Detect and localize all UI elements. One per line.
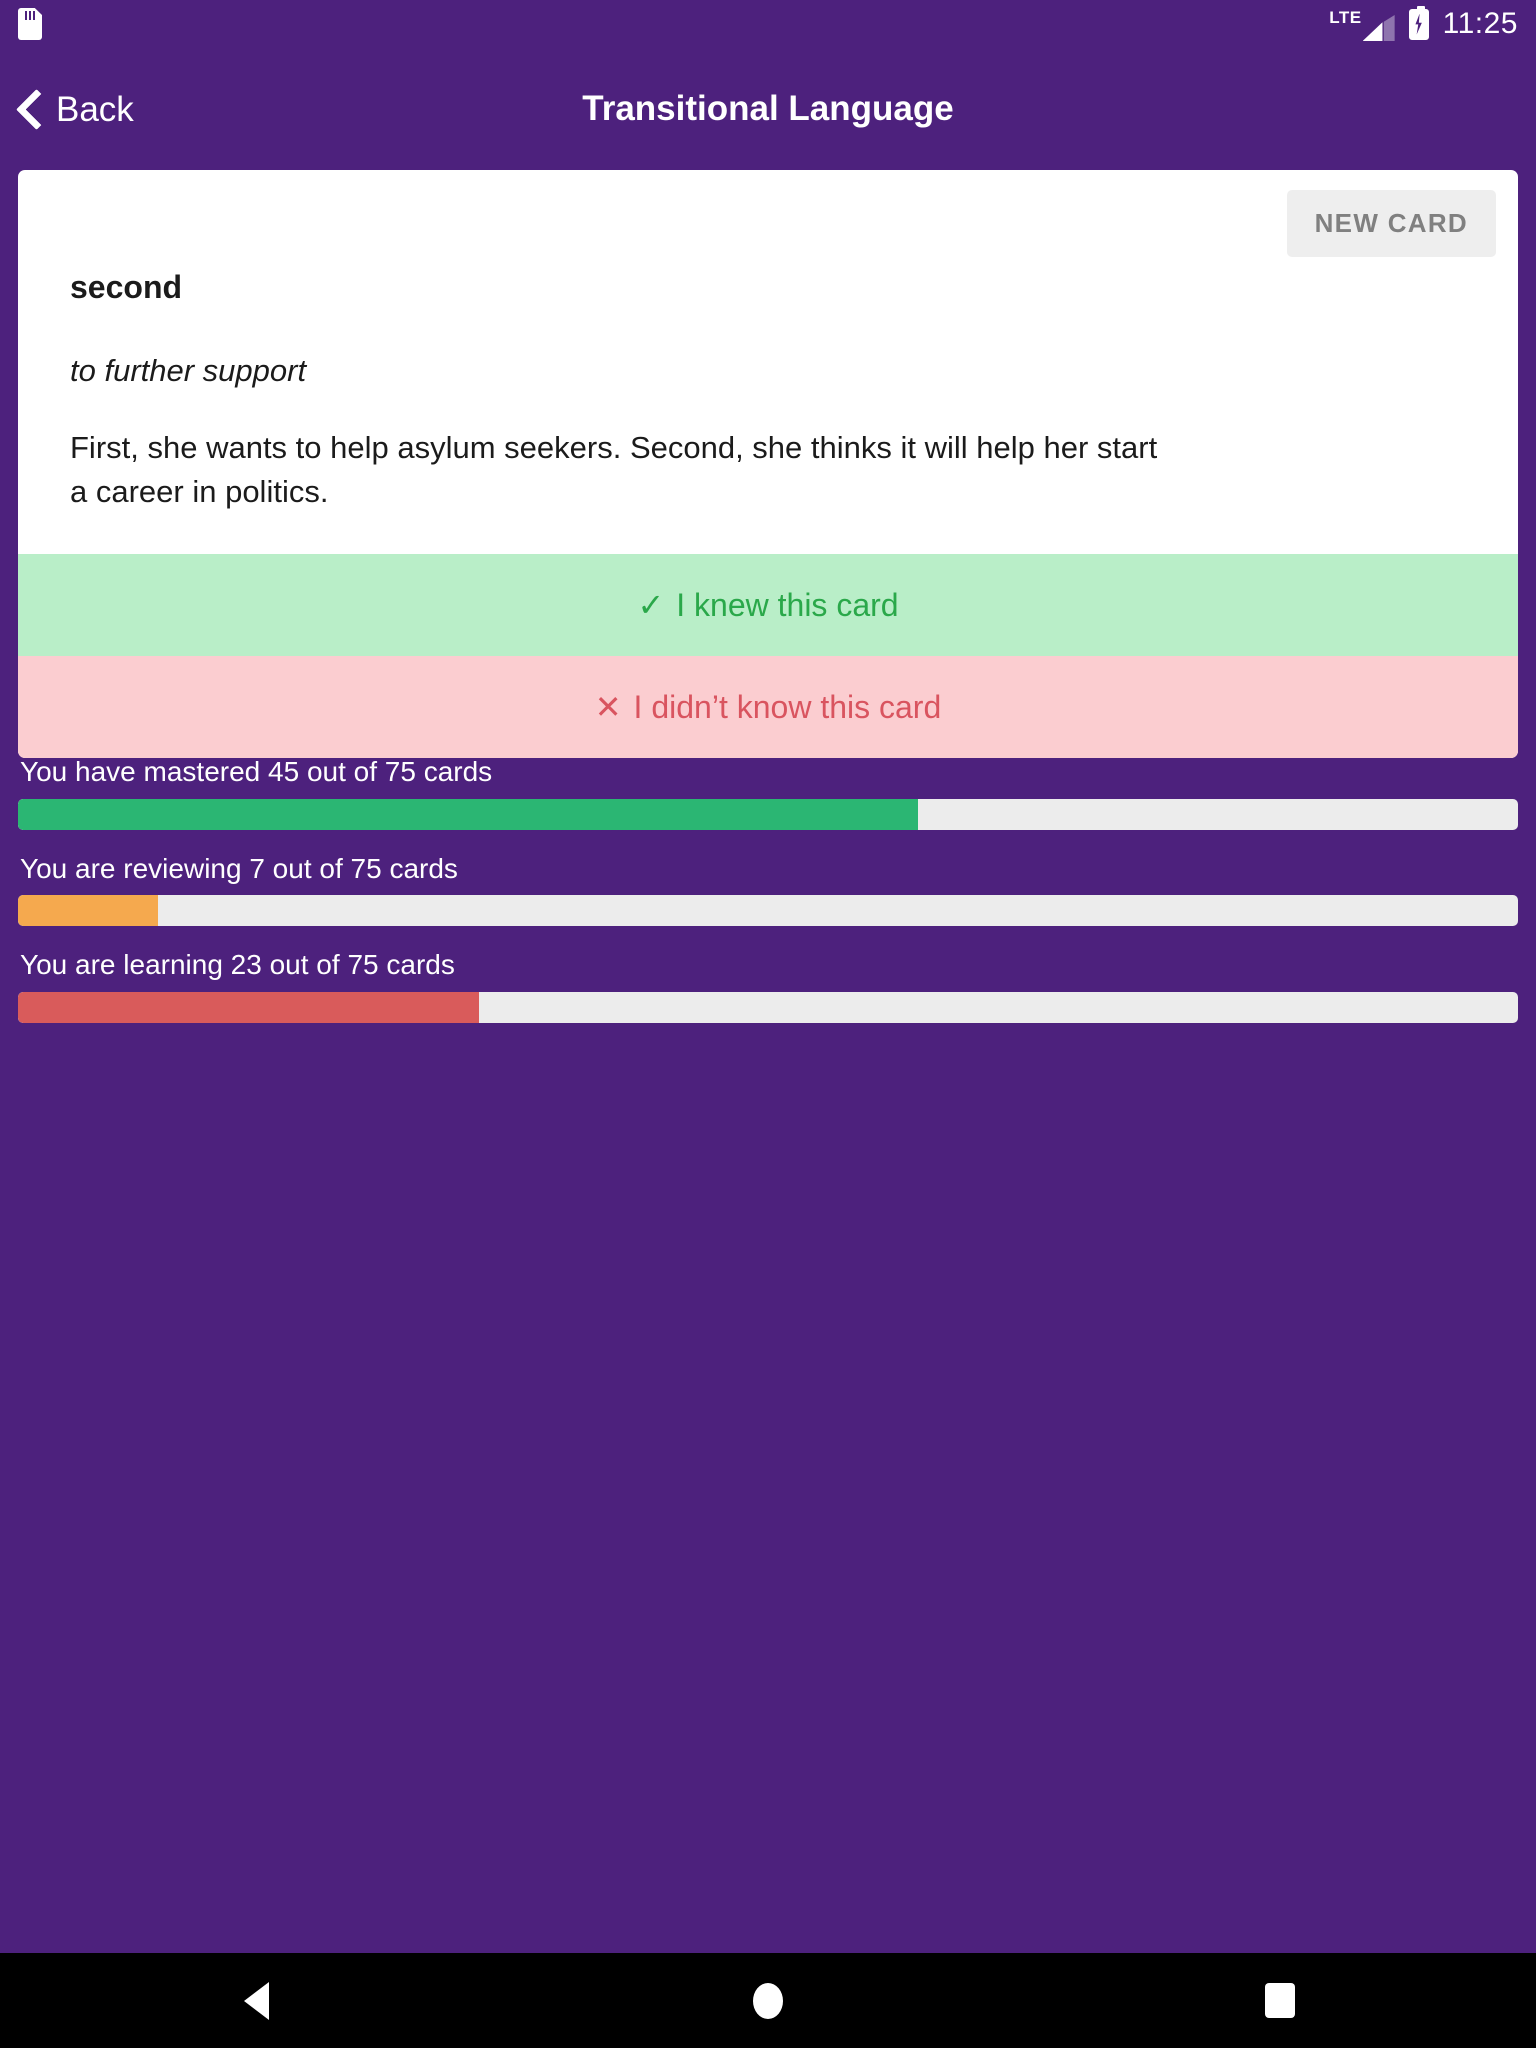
nav-home-button[interactable] (512, 1953, 1024, 2048)
progress-fill-reviewing (18, 895, 158, 927)
nav-recents-button[interactable] (1024, 1953, 1536, 2048)
progress-fill-mastered (18, 798, 918, 830)
status-bar-left (18, 8, 42, 40)
battery-charging-icon (1408, 5, 1429, 40)
progress-group-mastered: You have mastered 45 out of 75 cards (18, 755, 1518, 830)
triangle-back-icon (243, 1981, 269, 2020)
new-card-button[interactable]: NEW CARD (1286, 190, 1496, 257)
progress-track-learning (18, 991, 1518, 1023)
flashcard-term: second (70, 269, 183, 305)
status-bar-clock: 11:25 (1442, 7, 1518, 40)
flashcard: NEW CARD second to further support First… (18, 170, 1518, 758)
network-type-label: LTE (1329, 8, 1362, 27)
nav-back-button[interactable] (0, 1953, 512, 2048)
knew-card-button[interactable]: ✓ I knew this card (18, 553, 1518, 656)
progress-section: You have mastered 45 out of 75 cards You… (0, 755, 1536, 1045)
progress-group-reviewing: You are reviewing 7 out of 75 cards (18, 852, 1518, 927)
app-header: Back Transitional Language (0, 48, 1536, 170)
progress-group-learning: You are learning 23 out of 75 cards (18, 948, 1518, 1023)
chevron-left-icon (18, 88, 44, 130)
circle-home-icon (753, 1982, 783, 2019)
progress-label-learning: You are learning 23 out of 75 cards (20, 949, 455, 981)
android-nav-bar (0, 1953, 1536, 2048)
sd-card-icon (18, 8, 42, 40)
page-title: Transitional Language (582, 89, 954, 128)
progress-fill-learning (18, 991, 479, 1023)
flashcard-example: First, she wants to help asylum seekers.… (70, 429, 1158, 509)
didnt-know-card-label: I didn’t know this card (633, 688, 942, 725)
progress-label-mastered: You have mastered 45 out of 75 cards (20, 756, 493, 787)
flashcard-definition: to further support (70, 353, 307, 389)
didnt-know-card-button[interactable]: ✕ I didn’t know this card (18, 655, 1518, 758)
knew-card-label: I knew this card (676, 586, 899, 623)
progress-track-mastered (18, 798, 1518, 830)
signal-bars-icon: LTE (1329, 7, 1395, 41)
flashcard-body: NEW CARD second to further support First… (18, 170, 1518, 554)
check-icon: ✓ (637, 586, 665, 623)
square-recents-icon (1265, 1983, 1295, 2018)
status-bar-right: LTE 11:25 (1329, 5, 1518, 41)
progress-label-reviewing: You are reviewing 7 out of 75 cards (20, 852, 458, 884)
back-button[interactable]: Back (0, 88, 134, 130)
status-bar: LTE 11:25 (0, 0, 1536, 48)
back-button-label: Back (56, 89, 134, 129)
close-icon: ✕ (594, 688, 622, 725)
progress-track-reviewing (18, 895, 1518, 927)
